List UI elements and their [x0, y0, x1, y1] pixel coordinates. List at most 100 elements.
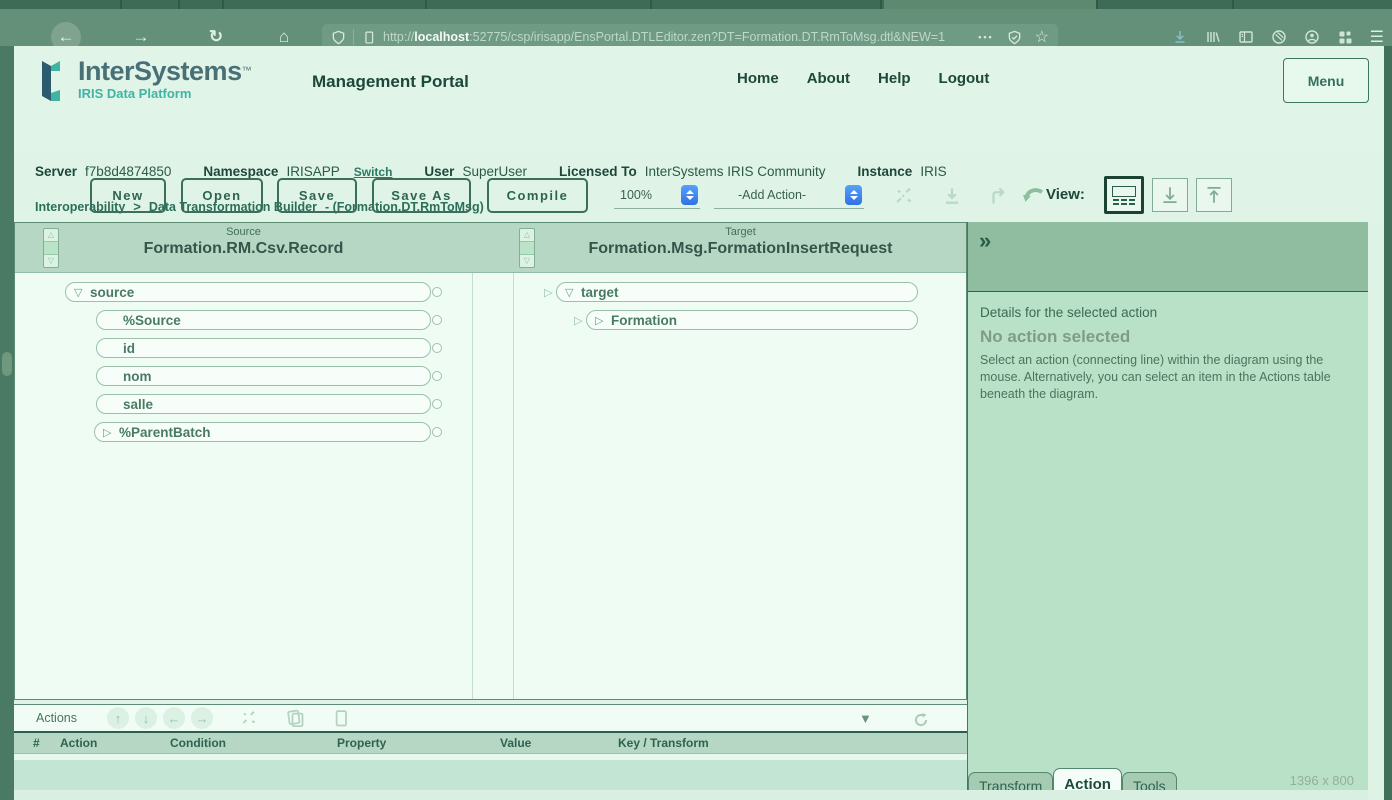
account-icon[interactable]: [1304, 29, 1320, 45]
library-icon[interactable]: [1205, 29, 1221, 45]
apps-grid-icon[interactable]: [1337, 29, 1353, 45]
add-action-value: -Add Action-: [738, 188, 806, 202]
source-node-nom[interactable]: nom: [96, 366, 442, 386]
move-right-icon[interactable]: →: [191, 707, 213, 729]
add-action-stepper-icon[interactable]: [845, 185, 862, 205]
connector-circle[interactable]: [432, 287, 442, 297]
menu-button[interactable]: Menu: [1283, 58, 1369, 103]
new-button[interactable]: New: [90, 178, 166, 213]
save-button[interactable]: Save: [277, 178, 357, 213]
remove-action-icon[interactable]: [239, 708, 259, 728]
disconnect-icon[interactable]: [892, 184, 916, 208]
details-panel: » Transform Action Tools Details for the…: [967, 222, 1368, 800]
col-value: Value: [500, 736, 531, 750]
browser-tab-strip[interactable]: [0, 0, 1392, 9]
nav-logout[interactable]: Logout: [939, 70, 990, 87]
downloads-icon[interactable]: [1172, 29, 1188, 45]
page-title: Management Portal: [312, 72, 469, 92]
expand-icon[interactable]: ▷: [595, 314, 611, 327]
source-node-salle[interactable]: salle: [96, 394, 442, 414]
panel-scrollbar-track[interactable]: [1368, 222, 1384, 800]
header-nav: Home About Help Logout: [737, 70, 989, 87]
left-scroll-thumb[interactable]: [2, 352, 12, 376]
col-property: Property: [337, 736, 386, 750]
source-node-pct-source[interactable]: %Source: [96, 310, 442, 330]
source-class-name: Formation.RM.Csv.Record: [15, 240, 472, 258]
connector-triangle[interactable]: ▷: [574, 314, 586, 327]
editor-toolbar: New Open Save Save As Compile 100% -Add …: [14, 176, 1384, 218]
target-column-title: Target Formation.Msg.FormationInsertRequ…: [513, 226, 968, 258]
tracking-protection-icon[interactable]: [1007, 30, 1022, 45]
view-table-button[interactable]: [1196, 178, 1232, 212]
undo-icon[interactable]: [1020, 184, 1044, 208]
connector-triangle[interactable]: ▷: [544, 286, 556, 299]
view-split-button[interactable]: [1104, 176, 1144, 214]
corner-arrow-icon[interactable]: [986, 184, 1010, 208]
actions-table-body: [14, 760, 967, 790]
col-condition: Condition: [170, 736, 226, 750]
no-action-description: Select an action (connecting line) withi…: [980, 352, 1355, 403]
no-action-title: No action selected: [980, 327, 1130, 347]
connector-circle[interactable]: [432, 315, 442, 325]
move-down-icon[interactable]: ↓: [135, 707, 157, 729]
sidebar-toggle-icon[interactable]: [1238, 29, 1254, 45]
left-edge-strip: [0, 46, 14, 800]
zoom-value: 100%: [620, 188, 652, 202]
actions-dropdown-icon[interactable]: ▼: [859, 711, 872, 726]
col-action: Action: [60, 736, 97, 750]
bookmark-star-icon[interactable]: ☆: [1035, 27, 1049, 47]
compile-button[interactable]: Compile: [487, 178, 588, 213]
target-node-target[interactable]: ▷ ▽target: [544, 282, 918, 302]
arrow-up-icon: [1203, 184, 1225, 206]
nav-about[interactable]: About: [807, 70, 850, 87]
collapse-arrow-icon[interactable]: [940, 184, 964, 208]
connector-circle[interactable]: [432, 343, 442, 353]
dtl-editor-screen: ← → ↻ ⌂ http://localhost:52775/csp/irisa…: [0, 0, 1392, 800]
paste-action-icon[interactable]: [331, 708, 351, 728]
col-key-transform: Key / Transform: [618, 736, 709, 750]
arrow-down-icon: [1159, 184, 1181, 206]
save-as-button[interactable]: Save As: [372, 178, 471, 213]
url-text[interactable]: http://localhost:52775/csp/irisapp/EnsPo…: [383, 30, 945, 44]
move-left-icon[interactable]: ←: [163, 707, 185, 729]
connector-circle[interactable]: [432, 371, 442, 381]
source-kind-label: Source: [15, 226, 472, 238]
expand-icon[interactable]: ▽: [565, 286, 581, 299]
open-button[interactable]: Open: [181, 178, 263, 213]
menu-hamburger-icon[interactable]: ☰: [1370, 27, 1384, 47]
refresh-actions-icon[interactable]: [912, 711, 930, 729]
view-label: View:: [1046, 186, 1085, 203]
resolution-watermark: 1396 x 800: [1290, 773, 1354, 788]
view-diagram-button[interactable]: [1152, 178, 1188, 212]
copy-action-icon[interactable]: [285, 708, 305, 728]
intersystems-logo: InterSystems™ IRIS Data Platform: [36, 57, 252, 105]
move-up-icon[interactable]: ↑: [107, 707, 129, 729]
expand-icon[interactable]: ▽: [74, 286, 90, 299]
logo-tagline: IRIS Data Platform: [78, 86, 252, 101]
source-node-id[interactable]: id: [96, 338, 442, 358]
browser-toolbar: ← → ↻ ⌂ http://localhost:52775/csp/irisa…: [0, 9, 1392, 46]
connector-circle[interactable]: [432, 399, 442, 409]
source-node-source[interactable]: ▽source: [65, 282, 442, 302]
panel-top-bar: [968, 222, 1368, 291]
shield-permissions-icon[interactable]: [331, 30, 346, 45]
actions-toolbar: Actions ↑ ↓ ← → ▼: [14, 704, 967, 733]
expand-icon[interactable]: ▷: [103, 426, 119, 439]
page-actions-icon[interactable]: •••: [978, 32, 993, 42]
add-action-select[interactable]: -Add Action-: [714, 183, 864, 209]
target-node-formation[interactable]: ▷ ▷Formation: [574, 310, 918, 330]
source-column-title: Source Formation.RM.Csv.Record: [15, 226, 472, 258]
collapse-panel-icon[interactable]: »: [979, 228, 991, 254]
extension-circle-icon[interactable]: [1271, 29, 1287, 45]
zoom-stepper-icon[interactable]: [681, 185, 698, 205]
connector-circle[interactable]: [432, 427, 442, 437]
page-info-icon[interactable]: [362, 30, 376, 45]
nav-home[interactable]: Home: [737, 70, 779, 87]
active-tab-top[interactable]: [884, 0, 1096, 9]
zoom-select[interactable]: 100%: [614, 183, 700, 209]
details-heading: Details for the selected action: [980, 305, 1157, 320]
actions-table-header: # Action Condition Property Value Key / …: [14, 733, 967, 754]
source-node-parentbatch[interactable]: ▷%ParentBatch: [94, 422, 442, 442]
intersystems-logo-icon: [36, 57, 70, 105]
nav-help[interactable]: Help: [878, 70, 911, 87]
